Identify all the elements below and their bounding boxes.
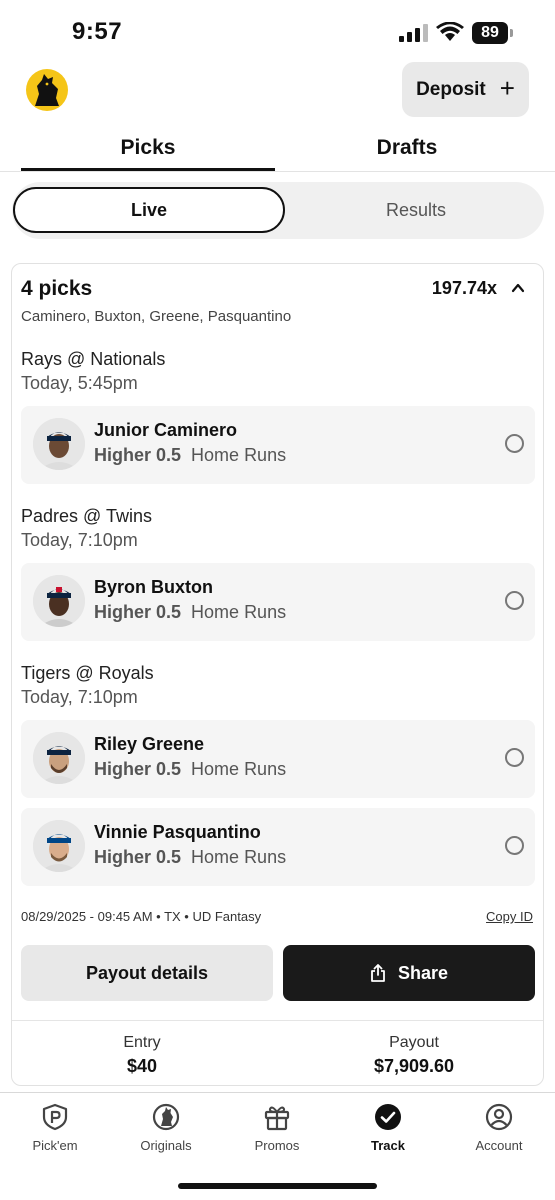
tab-picks[interactable]: Picks xyxy=(21,136,275,160)
player-avatar xyxy=(33,820,85,872)
nav-label: Originals xyxy=(140,1138,192,1153)
pick-stat: Home Runs xyxy=(191,759,287,779)
nav-label: Account xyxy=(475,1138,523,1153)
payout-multiplier: 197.74x xyxy=(431,278,497,298)
pick-line: Higher 0.5 Home Runs xyxy=(94,847,286,868)
nav-item-promos[interactable]: Promos xyxy=(222,1103,332,1153)
cellular-signal-icon xyxy=(399,24,428,42)
entry-card: 4 picks 197.74x Caminero, Buxton, Greene… xyxy=(11,263,544,1086)
pick-row[interactable]: Junior Caminero Higher 0.5 Home Runs xyxy=(21,406,535,484)
account-icon xyxy=(485,1103,513,1131)
pick-direction: Higher 0.5 xyxy=(94,847,182,867)
divider xyxy=(12,1020,543,1021)
check-circle-icon xyxy=(375,1104,401,1130)
entry-amount: $40 xyxy=(126,1056,158,1076)
player-name: Byron Buxton xyxy=(94,577,213,597)
pick-row[interactable]: Byron Buxton Higher 0.5 Home Runs xyxy=(21,563,535,641)
player-headshot-icon xyxy=(33,732,85,784)
payout-details-button[interactable]: Payout details xyxy=(21,945,273,1001)
pick-status-radio xyxy=(505,748,524,767)
picks-count: 4 picks xyxy=(21,277,93,300)
tab-bar: Picks Drafts xyxy=(0,130,555,172)
players-summary: Caminero, Buxton, Greene, Pasquantino xyxy=(21,308,292,325)
entry-label: Entry xyxy=(123,1034,161,1051)
player-headshot-icon xyxy=(33,575,85,627)
game-time: Today, 5:45pm xyxy=(21,373,138,393)
player-name: Junior Caminero xyxy=(94,420,238,440)
nav-label: Track xyxy=(371,1138,405,1153)
battery-icon: 89 xyxy=(472,22,514,44)
segment-results[interactable]: Results xyxy=(288,187,544,233)
status-bar: 9:57 89 xyxy=(0,0,555,60)
pick-line: Higher 0.5 Home Runs xyxy=(94,759,286,780)
gift-icon xyxy=(264,1106,290,1131)
nav-item-track[interactable]: Track xyxy=(333,1103,443,1153)
deposit-button[interactable]: Deposit + xyxy=(402,62,529,117)
deposit-label: Deposit xyxy=(416,78,486,100)
player-headshot-icon xyxy=(33,820,85,872)
pick-direction: Higher 0.5 xyxy=(94,602,182,622)
share-button[interactable]: Share xyxy=(283,945,535,1001)
home-indicator xyxy=(178,1183,377,1189)
game-matchup: Padres @ Twins xyxy=(21,506,152,526)
underdog-logo-icon[interactable] xyxy=(25,68,69,112)
player-avatar xyxy=(33,732,85,784)
battery-level: 89 xyxy=(472,22,508,44)
nav-item-originals[interactable]: Originals xyxy=(111,1103,221,1153)
pick-stat: Home Runs xyxy=(191,847,287,867)
tab-drafts[interactable]: Drafts xyxy=(280,136,534,160)
pick-row[interactable]: Riley Greene Higher 0.5 Home Runs xyxy=(21,720,535,798)
game-matchup: Tigers @ Royals xyxy=(21,663,154,683)
pick-status-radio xyxy=(505,836,524,855)
pick-stat: Home Runs xyxy=(191,602,287,622)
game-time: Today, 7:10pm xyxy=(21,530,138,550)
originals-icon xyxy=(152,1103,180,1131)
player-name: Vinnie Pasquantino xyxy=(94,822,261,842)
nav-label: Promos xyxy=(254,1138,300,1153)
game-time: Today, 7:10pm xyxy=(21,687,138,707)
nav-label: Pick'em xyxy=(32,1138,78,1153)
segment-live[interactable]: Live xyxy=(13,187,285,233)
live-results-toggle: Live Results xyxy=(12,182,544,239)
share-label: Share xyxy=(397,962,449,983)
plus-icon: + xyxy=(499,73,515,103)
copy-id-link[interactable]: Copy ID xyxy=(486,909,533,924)
player-headshot-icon xyxy=(33,418,85,470)
pick-status-radio xyxy=(505,591,524,610)
entry-meta: 08/29/2025 - 09:45 AM • TX • UD Fantasy xyxy=(21,909,262,924)
pick-stat: Home Runs xyxy=(191,445,287,465)
status-time: 9:57 xyxy=(72,18,123,45)
pick-direction: Higher 0.5 xyxy=(94,445,182,465)
payout-label: Payout xyxy=(389,1034,439,1051)
nav-item-pickem[interactable]: Pick'em xyxy=(0,1103,110,1153)
nav-item-account[interactable]: Account xyxy=(444,1103,554,1153)
player-avatar xyxy=(33,575,85,627)
pick-line: Higher 0.5 Home Runs xyxy=(94,445,286,466)
payout-amount: $7,909.60 xyxy=(373,1056,455,1076)
wifi-icon xyxy=(436,22,464,41)
share-icon xyxy=(371,964,385,982)
pick-line: Higher 0.5 Home Runs xyxy=(94,602,286,623)
pick-direction: Higher 0.5 xyxy=(94,759,182,779)
pick-row[interactable]: Vinnie Pasquantino Higher 0.5 Home Runs xyxy=(21,808,535,886)
chevron-up-icon[interactable] xyxy=(511,281,525,295)
player-avatar xyxy=(33,418,85,470)
pickem-icon xyxy=(42,1103,68,1131)
pick-status-radio xyxy=(505,434,524,453)
player-name: Riley Greene xyxy=(94,734,205,754)
active-tab-indicator xyxy=(21,168,275,171)
game-matchup: Rays @ Nationals xyxy=(21,349,166,369)
